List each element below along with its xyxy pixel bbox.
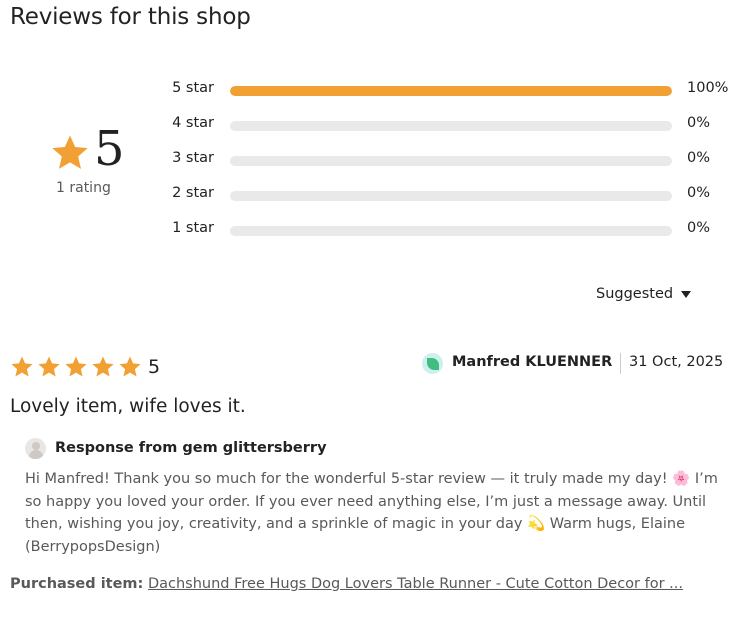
distribution-bar [230,121,672,131]
review-star-rating [10,355,145,379]
distribution-bar [230,191,672,201]
distribution-percent: 0% [687,185,711,201]
star-icon [92,356,114,377]
distribution-row-3[interactable]: 3 star 0% [160,148,740,172]
page-title: Reviews for this shop [10,4,251,30]
distribution-percent: 100% [687,80,729,96]
distribution-bar [230,156,672,166]
average-rating-value: 5 [94,121,125,177]
distribution-percent: 0% [687,220,711,236]
purchased-item-link[interactable]: Dachshund Free Hugs Dog Lovers Table Run… [148,576,728,592]
star-icon [65,356,87,377]
distribution-bar [230,86,672,96]
distribution-row-5[interactable]: 5 star 100% [160,78,740,102]
rating-count: 1 rating [56,180,111,196]
distribution-label: 3 star [172,150,214,166]
response-body: Hi Manfred! Thank you so much for the wo… [25,468,733,559]
seller-response-header: Response from gem glittersberry [25,438,625,462]
distribution-label: 5 star [172,80,214,96]
star-icon [119,356,141,377]
purchased-label: Purchased item: [10,576,144,592]
distribution-percent: 0% [687,150,711,166]
distribution-label: 1 star [172,220,214,236]
distribution-label: 2 star [172,185,214,201]
response-title: Response from gem glittersberry [55,440,327,456]
review-score: 5 [148,356,161,378]
star-icon [38,356,60,377]
distribution-percent: 0% [687,115,711,131]
star-icon [52,135,88,169]
distribution-row-1[interactable]: 1 star 0% [160,218,740,242]
distribution-row-2[interactable]: 2 star 0% [160,183,740,207]
leaf-avatar-icon[interactable] [422,353,443,374]
distribution-bar [230,226,672,236]
caret-down-icon [681,290,692,298]
distribution-label: 4 star [172,115,214,131]
star-icon [11,356,33,377]
sort-label: Suggested [596,286,674,302]
purchased-item: Purchased item: Dachshund Free Hugs Dog … [10,576,728,592]
review-date: 31 Oct, 2025 [629,354,724,370]
shop-avatar-icon [25,438,46,459]
review-text: Lovely item, wife loves it. [10,396,246,417]
divider [620,353,621,374]
response-text: Hi Manfred! Thank you so much for the wo… [25,471,718,556]
average-rating: 5 [50,121,170,177]
reviewer-name[interactable]: Manfred KLUENNER [452,354,612,370]
sort-dropdown[interactable]: Suggested [596,286,692,302]
distribution-bar-fill [230,86,672,96]
distribution-row-4[interactable]: 4 star 0% [160,113,740,137]
